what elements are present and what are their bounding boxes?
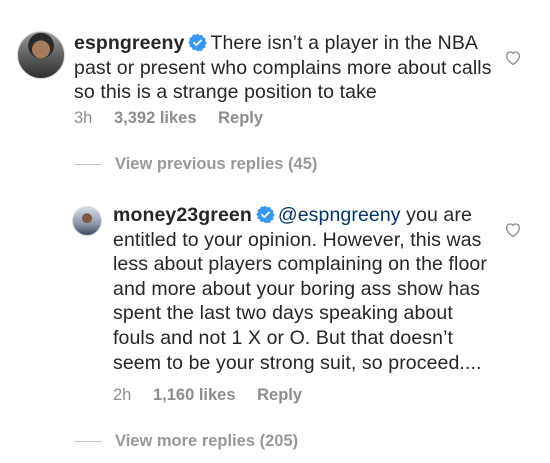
reply-time: 2h <box>113 386 132 404</box>
divider-line <box>74 163 102 165</box>
view-previous-replies-label: View previous replies (45) <box>115 154 318 173</box>
verified-badge-icon <box>256 205 275 224</box>
comment-body: espngreeny There isn’t a player in the NB… <box>74 31 494 105</box>
reply-meta: 2h 1,160 likes Reply <box>113 386 319 405</box>
reply-reply-button[interactable]: Reply <box>257 386 302 405</box>
heart-outline-icon[interactable] <box>504 49 522 67</box>
comment-reply-button[interactable]: Reply <box>218 109 263 128</box>
comments-panel: espngreeny There isn’t a player in the NB… <box>0 0 550 463</box>
reply-username[interactable]: money23green <box>113 204 252 226</box>
view-previous-replies-button[interactable]: View previous replies (45) <box>74 153 317 175</box>
reply-text: you are entitled to your opinion. Howeve… <box>113 204 487 374</box>
reply-mention-link[interactable]: @espngreeny <box>278 204 401 226</box>
avatar-espngreeny[interactable] <box>17 31 65 79</box>
verified-badge-icon <box>188 33 208 52</box>
avatar-money23green[interactable] <box>72 206 102 236</box>
comment-username[interactable]: espngreeny <box>74 32 184 54</box>
view-more-replies-label: View more replies (205) <box>115 431 299 450</box>
comment-time: 3h <box>74 109 93 127</box>
view-more-replies-button[interactable]: View more replies (205) <box>74 430 298 452</box>
reply-body: money23green @espngreeny you are entitled… <box>113 203 493 375</box>
divider-line <box>74 440 102 442</box>
comment-likes[interactable]: 3,392 likes <box>114 109 197 128</box>
comment-meta: 3h 3,392 likes Reply <box>74 109 280 128</box>
heart-outline-icon[interactable] <box>504 221 522 239</box>
reply-likes[interactable]: 1,160 likes <box>153 386 236 405</box>
